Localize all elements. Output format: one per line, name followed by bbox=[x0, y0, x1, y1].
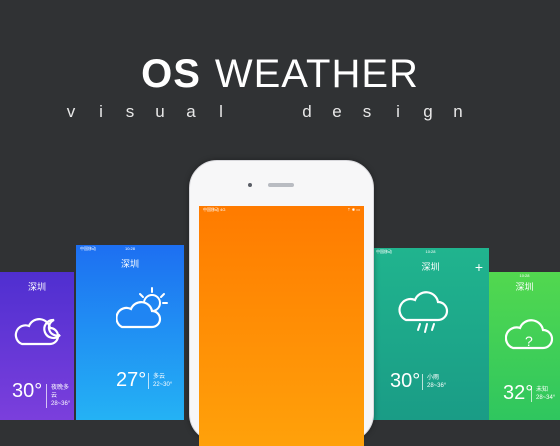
temperature: 32° bbox=[503, 382, 534, 404]
carrier-text: 中国移动 4G bbox=[203, 207, 226, 212]
front-camera bbox=[248, 183, 252, 187]
status-bar: 中国移动 4G ⇡ ✱ ▭ bbox=[199, 206, 364, 214]
partly-cloudy-icon bbox=[116, 287, 168, 329]
add-city-button[interactable]: + bbox=[475, 260, 483, 274]
subtitle-letter: n bbox=[453, 102, 463, 121]
desc-line: 多云 bbox=[153, 374, 166, 380]
status-time: 10:28 bbox=[425, 249, 436, 254]
rain-cloud-icon bbox=[398, 291, 449, 333]
city-label: 深圳 bbox=[515, 282, 534, 292]
subtitle-letter: e bbox=[332, 102, 342, 121]
desc-range: 22~30° bbox=[153, 382, 173, 388]
desc-line: 夜晚多云 bbox=[51, 385, 70, 399]
cloudy-night-icon bbox=[14, 318, 61, 346]
subtitle-letter: g bbox=[423, 102, 433, 121]
weather-desc: 多云 22~30° bbox=[148, 373, 172, 389]
temperature: 30° bbox=[390, 370, 421, 392]
temperature: 30° bbox=[12, 380, 43, 402]
weather-screen-orange[interactable]: 中国移动 4G ⇡ ✱ ▭ bbox=[199, 206, 364, 446]
phone-mockup: 中国移动 4G ⇡ ✱ ▭ bbox=[189, 160, 374, 446]
weather-desc: 未知 28~34° bbox=[531, 386, 555, 402]
subtitle-letter: d bbox=[302, 102, 312, 121]
subtitle-letter: v bbox=[66, 102, 76, 121]
subtitle-letter: s bbox=[362, 102, 372, 121]
desc-range: 28~34° bbox=[536, 395, 556, 401]
status-icons: ⇡ ✱ ▭ bbox=[347, 207, 360, 212]
temperature: 27° bbox=[116, 369, 147, 391]
status-time: 10:28 bbox=[124, 246, 135, 251]
weather-desc: 小雨 28~36° bbox=[422, 374, 446, 390]
subtitle-letter: s bbox=[125, 102, 135, 121]
weather-screen-purple[interactable]: 深圳 30° 夜晚多云 28~36° bbox=[0, 272, 74, 420]
city-label: 深圳 bbox=[120, 259, 139, 269]
subtitle-letter: i bbox=[99, 102, 103, 121]
svg-text:?: ? bbox=[525, 333, 533, 349]
title-os: OS bbox=[141, 52, 201, 96]
desc-line: 小雨 bbox=[427, 375, 440, 381]
unknown-weather-icon: ? bbox=[505, 319, 554, 350]
weather-screen-green[interactable]: 10:28 深圳 ? 32° 未知 28~34° bbox=[489, 272, 560, 420]
weather-screen-blue[interactable]: 中国移动 10:28 深圳 27° 多云 22~30° bbox=[76, 245, 184, 420]
status-bar: 中国移动 10:28 bbox=[76, 245, 184, 253]
subtitle-letter: i bbox=[396, 102, 400, 121]
earpiece-speaker bbox=[268, 183, 294, 187]
title-weather: WEATHER bbox=[214, 52, 419, 96]
subtitle-letter: l bbox=[219, 102, 223, 121]
subtitle-letter: a bbox=[186, 102, 196, 121]
city-label: 深圳 bbox=[421, 262, 440, 272]
city-label: 深圳 bbox=[27, 282, 46, 292]
weather-screen-teal[interactable]: 中国移动 10:28 深圳 + 30° 小雨 28~36° bbox=[372, 248, 489, 420]
status-bar: 10:28 bbox=[489, 272, 560, 280]
subtitle-letter: u bbox=[155, 102, 165, 121]
status-time: 10:28 bbox=[519, 273, 530, 278]
desc-line: 未知 bbox=[536, 387, 549, 393]
page-title: OS WEATHER bbox=[0, 52, 560, 97]
desc-range: 28~36° bbox=[427, 383, 447, 389]
desc-range: 28~36° bbox=[51, 401, 71, 407]
weather-desc: 夜晚多云 28~36° bbox=[46, 384, 74, 408]
status-bar: 中国移动 10:28 bbox=[372, 248, 489, 256]
